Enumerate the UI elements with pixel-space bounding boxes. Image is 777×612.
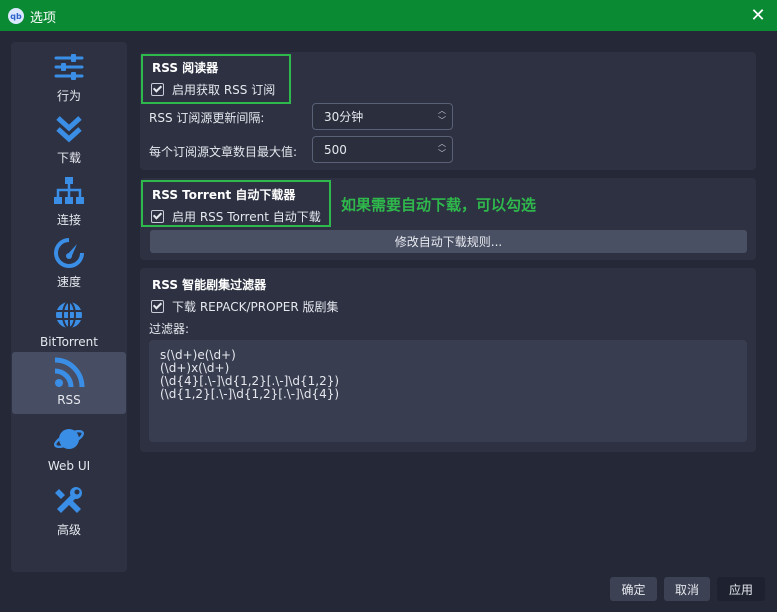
close-button[interactable]: ✕ xyxy=(747,5,769,27)
sidebar-item-label: 速度 xyxy=(56,275,81,289)
rss-icon xyxy=(54,357,85,388)
download-repack-checkbox[interactable]: 下载 REPACK/PROPER 版剧集 xyxy=(151,298,338,315)
sidebar-item-label: 下载 xyxy=(56,151,81,165)
filter-line: (\d{1,2}[.\-]\d{1,2}[.\-]\d{4}) xyxy=(160,387,340,401)
window-title: 选项 xyxy=(30,11,57,26)
globe-icon xyxy=(56,301,82,329)
sidebar-item-rss[interactable]: RSS xyxy=(12,352,126,414)
sidebar-item-label: BitTorrent xyxy=(40,335,98,349)
speedometer-icon xyxy=(54,238,84,268)
spin-arrows-icon[interactable]: ︿ ﹀ xyxy=(438,139,446,159)
annotation-text: 如果需要自动下载，可以勾选 xyxy=(341,196,537,214)
sidebar-item-label: 高级 xyxy=(56,523,81,537)
title-bar: qb 选项 ✕ xyxy=(0,0,777,31)
tools-icon xyxy=(55,487,82,513)
sidebar-item-bittorrent[interactable]: BitTorrent xyxy=(12,294,126,356)
sidebar-item-behavior[interactable]: 行为 xyxy=(12,46,126,108)
sidebar-item-label: Web UI xyxy=(47,459,91,473)
sidebar-item-speed[interactable]: 速度 xyxy=(12,232,126,294)
max-articles-value: 500 xyxy=(324,142,347,157)
smart-filter-title: RSS 智能剧集过滤器 xyxy=(152,278,267,292)
auto-downloader-title: RSS Torrent 自动下载器 xyxy=(152,188,296,202)
max-articles-spinbox[interactable]: 500 ︿ ﹀ xyxy=(312,136,453,163)
network-icon xyxy=(54,177,84,204)
cancel-button[interactable]: 取消 xyxy=(664,577,710,601)
filters-textarea[interactable]: s(\d+)e(\d+) (\d+)x(\d+) (\d{4}[.\-]\d{1… xyxy=(149,340,747,442)
rss-reader-title: RSS 阅读器 xyxy=(152,61,219,75)
enable-auto-download-checkbox[interactable]: 启用 RSS Torrent 自动下载 xyxy=(151,208,321,225)
checkbox-box[interactable] xyxy=(151,210,164,223)
checkbox-box[interactable] xyxy=(151,83,164,96)
app-logo-icon: qb xyxy=(8,8,24,24)
apply-button[interactable]: 应用 xyxy=(717,577,765,601)
sidebar-item-webui[interactable]: Web UI xyxy=(12,418,126,480)
checkbox-box[interactable] xyxy=(151,300,164,313)
sidebar-item-label: 连接 xyxy=(56,213,81,227)
sidebar-item-connection[interactable]: 连接 xyxy=(12,170,126,232)
enable-rss-fetch-checkbox[interactable]: 启用获取 RSS 订阅 xyxy=(151,81,275,98)
refresh-interval-value: 30分钟 xyxy=(324,110,364,124)
enable-auto-download-label: 启用 RSS Torrent 自动下载 xyxy=(172,210,321,224)
ok-button[interactable]: 确定 xyxy=(610,577,657,601)
sidebar-item-label: 行为 xyxy=(56,89,81,103)
sidebar: 行为 下载 连接 速度 BitTorrent RSS Web UI 高级 xyxy=(11,42,127,572)
filters-label: 过滤器: xyxy=(149,322,190,336)
edit-download-rules-button[interactable]: 修改自动下载规则... xyxy=(150,230,747,253)
filter-line: s(\d+)e(\d+) xyxy=(160,348,236,362)
sidebar-item-download[interactable]: 下载 xyxy=(12,108,126,170)
enable-rss-fetch-label: 启用获取 RSS 订阅 xyxy=(172,83,276,97)
sidebar-item-label: RSS xyxy=(57,393,81,407)
planet-icon xyxy=(53,429,85,449)
download-repack-label: 下载 REPACK/PROPER 版剧集 xyxy=(172,300,339,314)
download-chevron-icon xyxy=(56,116,82,143)
refresh-interval-spinbox[interactable]: 30分钟 ︿ ﹀ xyxy=(312,103,453,130)
max-articles-label: 每个订阅源文章数目最大值: xyxy=(149,145,298,159)
sidebar-item-advanced[interactable]: 高级 xyxy=(12,480,126,542)
spin-arrows-icon[interactable]: ︿ ﹀ xyxy=(438,106,446,126)
refresh-interval-label: RSS 订阅源更新间隔: xyxy=(149,111,265,125)
sliders-icon xyxy=(54,54,84,80)
